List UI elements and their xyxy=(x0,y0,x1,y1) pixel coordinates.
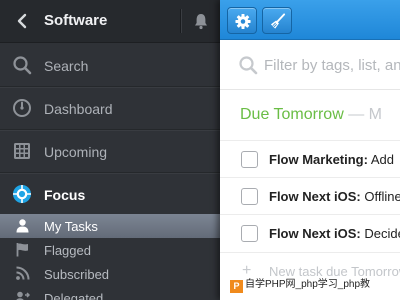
dashboard-icon xyxy=(13,99,31,117)
broom-icon xyxy=(270,13,286,29)
sidebar-item-label: Delegated xyxy=(44,291,104,300)
sidebar-item-label: Flagged xyxy=(44,243,91,258)
nav-label-dashboard: Dashboard xyxy=(44,101,113,117)
sidebar: Software Search Dashboard Upcoming Focus… xyxy=(0,0,220,300)
sidebar-header: Software xyxy=(0,0,220,43)
toolbar xyxy=(220,0,400,40)
watermark: P 自学PHP网_php学习_php教 xyxy=(228,276,375,294)
sidebar-item-flagged[interactable]: Flagged xyxy=(0,238,220,262)
task-title: Decide xyxy=(364,226,400,241)
project-title: Software xyxy=(44,12,108,29)
task-checkbox[interactable] xyxy=(241,225,258,242)
sidebar-item-label: Subscribed xyxy=(44,267,110,282)
delegate-icon xyxy=(16,291,30,300)
nav-label-upcoming: Upcoming xyxy=(44,144,108,160)
search-icon xyxy=(13,56,32,75)
search-icon xyxy=(239,56,258,75)
section-heading: Due Tomorrow — M xyxy=(240,106,382,124)
nav-label-focus: Focus xyxy=(44,187,86,203)
watermark-text: 自学PHP网_php学习_php教 xyxy=(245,279,371,290)
calendar-grid-icon xyxy=(14,143,30,159)
task-row[interactable]: Flow Next iOS: Decide xyxy=(220,214,400,251)
task-text: Flow Next iOS: Offline xyxy=(269,189,400,204)
filter-bar xyxy=(220,40,400,90)
task-title: Offline xyxy=(360,189,400,204)
rss-icon xyxy=(16,266,30,280)
nav-item-upcoming[interactable]: Upcoming xyxy=(0,130,220,173)
task-panel: Due Tomorrow — M Flow Marketing: Add Flo… xyxy=(220,0,400,300)
watermark-logo: P xyxy=(230,280,243,293)
gear-icon xyxy=(235,13,251,30)
nav-item-search[interactable]: Search xyxy=(0,44,220,87)
task-row[interactable]: Flow Marketing: Add xyxy=(220,140,400,177)
task-text: Flow Next iOS: Decide xyxy=(269,226,400,241)
sidebar-item-label: My Tasks xyxy=(44,219,98,234)
settings-button[interactable] xyxy=(227,7,257,34)
task-project: Flow Next iOS: xyxy=(269,189,361,204)
task-project: Flow Marketing: xyxy=(269,152,368,167)
person-icon xyxy=(16,219,29,233)
filter-input[interactable] xyxy=(264,54,400,76)
sidebar-item-delegated[interactable]: Delegated xyxy=(0,286,220,300)
task-checkbox[interactable] xyxy=(241,151,258,168)
header-divider xyxy=(180,9,181,33)
section-title: Due Tomorrow xyxy=(240,106,344,123)
nav-label-search: Search xyxy=(44,58,89,74)
task-text: Flow Marketing: Add xyxy=(269,152,394,167)
flag-icon xyxy=(16,243,28,257)
bell-icon[interactable] xyxy=(193,12,209,30)
task-checkbox[interactable] xyxy=(241,188,258,205)
task-row[interactable]: Flow Next iOS: Offline xyxy=(220,177,400,214)
section-separator: — M xyxy=(343,106,382,123)
focus-icon xyxy=(13,185,31,203)
task-title: Add xyxy=(367,152,394,167)
task-project: Flow Next iOS: xyxy=(269,226,361,241)
sidebar-item-subscribed[interactable]: Subscribed xyxy=(0,262,220,286)
sidebar-item-my-tasks[interactable]: My Tasks xyxy=(0,214,220,238)
nav-item-focus[interactable]: Focus xyxy=(0,173,220,216)
nav-item-dashboard[interactable]: Dashboard xyxy=(0,87,220,130)
clean-up-button[interactable] xyxy=(262,7,292,34)
chevron-left-icon[interactable] xyxy=(14,12,32,30)
